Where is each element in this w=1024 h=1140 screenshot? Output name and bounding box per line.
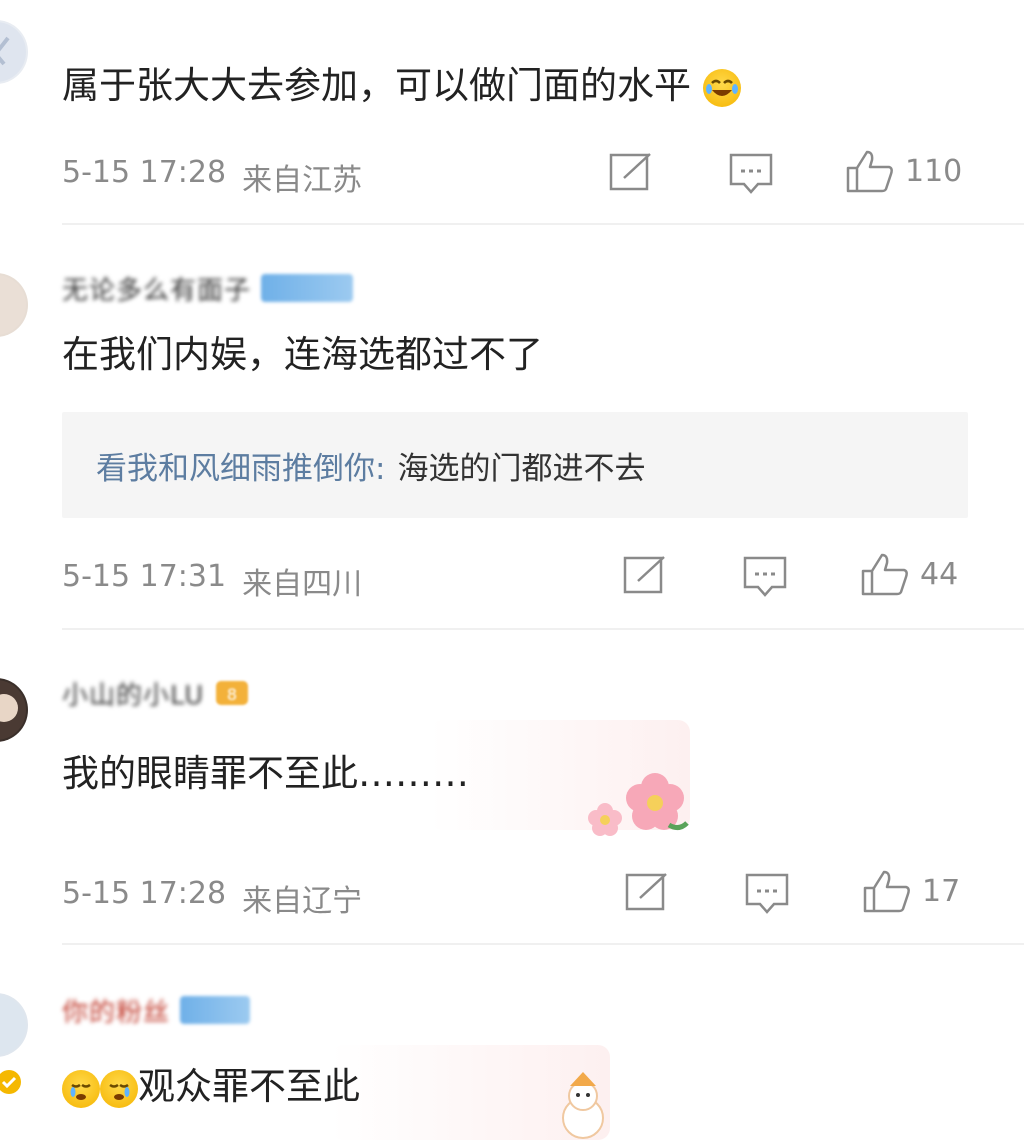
username[interactable]: 小山的小LU bbox=[62, 675, 204, 712]
comment-time: 5-15 17:28 bbox=[62, 876, 227, 911]
avatar[interactable] bbox=[0, 993, 28, 1057]
avatar-image-icon bbox=[0, 995, 26, 1055]
share-icon bbox=[623, 556, 665, 594]
reply-preview[interactable]: 看我和风细雨推倒你: 海选的门都进不去 bbox=[62, 412, 968, 518]
avatar-image-icon bbox=[0, 275, 26, 335]
comment-item: 小山的小LU 8 我的眼睛罪不至此……… 5-15 17:28 来自辽宁 17 bbox=[0, 630, 1024, 945]
like-button[interactable]: 110 bbox=[845, 148, 962, 194]
flower-sticker-icon bbox=[588, 773, 689, 836]
reply-username[interactable]: 看我和风细雨推倒你: bbox=[96, 443, 385, 488]
username[interactable]: 你的粉丝 bbox=[62, 992, 170, 1029]
like-count: 110 bbox=[905, 153, 963, 189]
comment-meta: 5-15 17:31 来自四川 bbox=[62, 559, 362, 603]
comment-icon bbox=[743, 556, 787, 597]
comment-location: 来自辽宁 bbox=[242, 884, 363, 919]
comment-icon bbox=[729, 153, 773, 194]
comment-item: 属于张大大去参加，可以做门面的水平 5-15 17:28 来自江苏 110 bbox=[0, 0, 1024, 225]
crying-emoji-icon bbox=[100, 1069, 138, 1108]
comment-text-content: 我的眼睛罪不至此……… bbox=[62, 752, 469, 795]
comment-item: 无论多么有面子 在我们内娱，连海选都过不了 看我和风细雨推倒你: 海选的门都进不… bbox=[0, 225, 1024, 630]
comment-meta: 5-15 17:28 来自辽宁 bbox=[62, 876, 362, 920]
username-row[interactable]: 无论多么有面子 bbox=[62, 270, 354, 307]
comment-text: 属于张大大去参加，可以做门面的水平 bbox=[62, 64, 741, 108]
thumbs-up-icon bbox=[846, 150, 893, 193]
avatar[interactable] bbox=[0, 20, 28, 84]
laughing-tears-emoji-icon bbox=[702, 68, 741, 107]
username-row[interactable]: 小山的小LU 8 bbox=[62, 675, 250, 712]
like-count: 44 bbox=[920, 556, 959, 592]
member-badge-icon bbox=[261, 274, 354, 302]
username[interactable]: 无论多么有面子 bbox=[62, 270, 251, 307]
comment-text-content: 属于张大大去参加，可以做门面的水平 bbox=[62, 64, 691, 107]
username-row[interactable]: 你的粉丝 bbox=[62, 992, 251, 1029]
comment-location: 来自四川 bbox=[242, 567, 363, 602]
thumbs-up-icon bbox=[863, 870, 910, 913]
member-badge-icon bbox=[180, 996, 251, 1024]
fan-badge-icon: 8 bbox=[216, 681, 249, 705]
like-count: 17 bbox=[922, 873, 961, 909]
comment-text: 在我们内娱，连海选都过不了 bbox=[62, 333, 543, 377]
avatar-image-icon bbox=[0, 22, 26, 82]
avatar-image-icon bbox=[0, 680, 26, 740]
avatar[interactable] bbox=[0, 273, 28, 337]
comment-time: 5-15 17:28 bbox=[62, 155, 227, 190]
thumbs-up-icon bbox=[861, 553, 908, 596]
comment-text: 我的眼睛罪不至此……… bbox=[62, 752, 469, 796]
svg-text:8: 8 bbox=[227, 685, 237, 704]
snowman-sticker-icon bbox=[562, 1072, 604, 1139]
verified-badge-icon bbox=[0, 1070, 21, 1094]
comment-time: 5-15 17:31 bbox=[62, 559, 227, 594]
comment-icon bbox=[745, 873, 789, 914]
comment-item: 你的粉丝 观众罪不至此 bbox=[0, 945, 1024, 1140]
comment-text-content: 在我们内娱，连海选都过不了 bbox=[62, 333, 543, 376]
like-button[interactable]: 44 bbox=[860, 551, 958, 597]
avatar[interactable] bbox=[0, 678, 28, 742]
share-button[interactable] bbox=[622, 555, 668, 595]
comment-button[interactable] bbox=[728, 152, 774, 196]
like-button[interactable]: 17 bbox=[862, 868, 960, 914]
comment-text: 观众罪不至此 bbox=[62, 1065, 360, 1109]
comment-meta: 5-15 17:28 来自江苏 bbox=[62, 155, 362, 199]
share-button[interactable] bbox=[608, 152, 654, 192]
share-icon bbox=[625, 873, 667, 911]
comment-button[interactable] bbox=[742, 555, 788, 599]
crying-emoji-icon bbox=[62, 1069, 100, 1108]
comment-button[interactable] bbox=[744, 872, 790, 916]
comment-text-content: 观众罪不至此 bbox=[138, 1065, 360, 1108]
reply-text: 海选的门都进不去 bbox=[397, 450, 646, 487]
share-icon bbox=[609, 153, 651, 191]
share-button[interactable] bbox=[624, 872, 670, 912]
comment-location: 来自江苏 bbox=[242, 163, 363, 198]
